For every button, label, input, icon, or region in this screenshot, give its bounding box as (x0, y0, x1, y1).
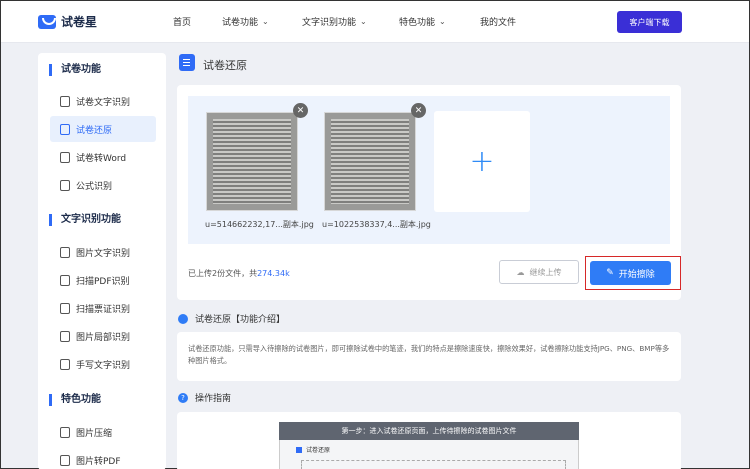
page-title: 试卷还原 (203, 59, 247, 72)
sidebar-section-special: 特色功能 (49, 394, 101, 406)
upload-size: 274.34k (257, 269, 290, 278)
nav-exam-features[interactable]: 试卷功能 ⌄ (222, 15, 269, 28)
help-icon: ? (178, 392, 188, 403)
document-icon (60, 151, 70, 163)
image-icon (60, 246, 70, 258)
intro-heading: 试卷还原【功能介绍】 (178, 312, 285, 325)
sidebar-item-exam-ocr[interactable]: 试卷文字识别 (50, 88, 156, 114)
compress-icon (60, 426, 70, 438)
exam-image (331, 119, 409, 204)
file-name: u=1022538337,4...副本.jpg (322, 220, 431, 229)
start-erase-button[interactable]: ✎ 开始擦除 (590, 261, 671, 285)
continue-upload-button[interactable]: ☁ 继续上传 (499, 260, 579, 284)
chevron-down-icon: ⌄ (262, 17, 269, 26)
close-icon: ✕ (414, 105, 423, 116)
close-icon: ✕ (296, 105, 305, 116)
nav-ocr-features[interactable]: 文字识别功能 ⌄ (302, 15, 367, 28)
chevron-down-icon: ⌄ (360, 17, 367, 26)
sidebar-item-scan-ticket[interactable]: 扫描票证识别 (50, 295, 156, 321)
top-header: 试卷星 首页 试卷功能 ⌄ 文字识别功能 ⌄ 特色功能 ⌄ 我的文件 客户端下载 (1, 1, 749, 43)
info-cube-icon (178, 313, 188, 324)
intro-card: 试卷还原功能，只需导入待擦除的试卷图片，即可擦除试卷中的笔迹，我们的特点是擦除速… (177, 332, 681, 381)
brand-logo[interactable]: 试卷星 (38, 13, 97, 30)
plus-icon: + (469, 144, 495, 179)
cloud-upload-icon: ☁ (516, 267, 525, 277)
sidebar-item-scan-pdf[interactable]: 扫描PDF识别 (50, 267, 156, 293)
chevron-down-icon: ⌄ (439, 17, 446, 26)
crop-icon (60, 330, 70, 342)
document-icon (60, 123, 70, 135)
logo-icon (38, 14, 56, 29)
remove-file-button[interactable]: ✕ (411, 103, 426, 118)
eraser-icon: ✎ (606, 268, 614, 278)
upload-status: 已上传2份文件，共274.34k (188, 269, 290, 278)
nav-home[interactable]: 首页 (173, 15, 191, 28)
exam-image (213, 119, 291, 204)
pdf-icon (60, 454, 70, 466)
add-file-button[interactable]: + (434, 111, 530, 212)
ticket-icon (60, 302, 70, 314)
guide-subtitle: 试卷还原 (296, 445, 330, 454)
doc-icon (296, 446, 302, 453)
sidebar-section-ocr: 文字识别功能 (49, 214, 121, 226)
formula-icon (60, 179, 70, 191)
pdf-icon (60, 274, 70, 286)
client-download-button[interactable]: 客户端下载 (617, 11, 682, 33)
intro-text: 试卷还原功能，只需导入待擦除的试卷图片，即可擦除试卷中的笔迹，我们的特点是擦除速… (188, 344, 670, 365)
sidebar-item-handwriting[interactable]: 手写文字识别 (50, 351, 156, 377)
remove-file-button[interactable]: ✕ (293, 103, 308, 118)
sidebar-item-image-to-pdf[interactable]: 图片转PDF (50, 447, 156, 469)
sidebar-section-exam: 试卷功能 (49, 64, 101, 76)
sidebar-item-exam-restore[interactable]: 试卷还原 (50, 116, 156, 142)
nav-my-files[interactable]: 我的文件 (480, 15, 516, 28)
sidebar-item-exam-to-word[interactable]: 试卷转Word (50, 144, 156, 170)
pen-icon (60, 358, 70, 370)
document-icon (60, 95, 70, 107)
guide-heading: ? 操作指南 (178, 391, 231, 404)
brand-name: 试卷星 (61, 15, 98, 29)
file-thumbnail[interactable] (324, 112, 416, 211)
file-name: u=514662232,17...副本.jpg (205, 220, 314, 229)
sidebar-item-image-ocr[interactable]: 图片文字识别 (50, 239, 156, 265)
file-thumbnail[interactable] (206, 112, 298, 211)
nav-special-features[interactable]: 特色功能 ⌄ (399, 15, 446, 28)
sidebar-item-compress[interactable]: 图片压缩 (50, 419, 156, 445)
sidebar-item-partial-ocr[interactable]: 图片局部识别 (50, 323, 156, 349)
exam-restore-icon (179, 54, 195, 71)
guide-step-title: 第一步：进入试卷还原页面，上传待擦除的试卷图片文件 (279, 422, 579, 440)
sidebar-item-formula[interactable]: 公式识别 (50, 172, 156, 198)
guide-drop-area (301, 460, 566, 469)
